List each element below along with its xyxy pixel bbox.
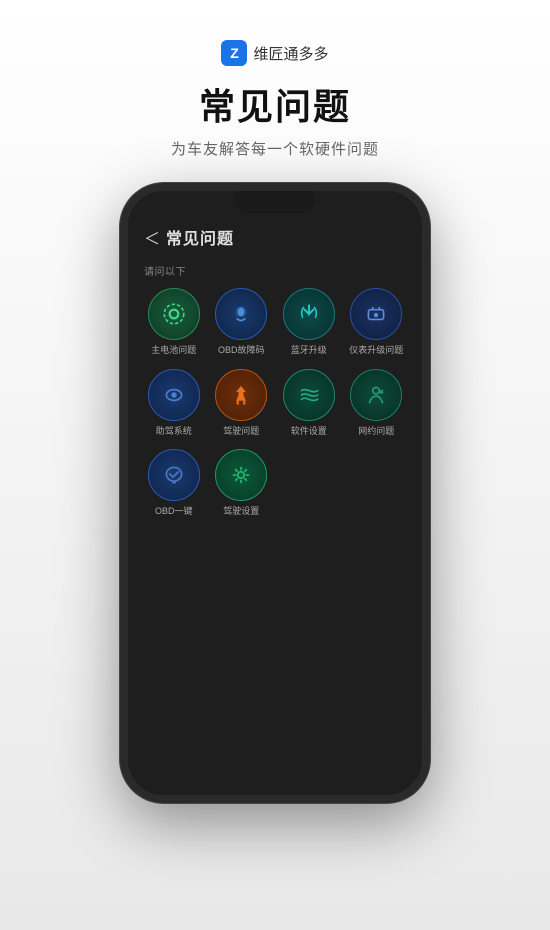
icon-grid: 主电池问题 OBD故障码 [144, 288, 406, 518]
grid-item-1[interactable]: OBD故障码 [212, 288, 272, 357]
grid-item-5[interactable]: 驾驶问题 [212, 369, 272, 438]
grid-item-0[interactable]: 主电池问题 [144, 288, 204, 357]
grid-item-9[interactable]: 驾驶设置 [212, 449, 272, 518]
page-subtitle: 为车友解答每一个软硬件问题 [171, 138, 379, 159]
grid-label-6: 软件设置 [291, 426, 327, 438]
grid-icon-3 [350, 288, 402, 340]
section-label: 请问以下 [144, 263, 406, 278]
app-name: 维匠通多多 [253, 43, 328, 64]
phone-mockup: ＜ 常见问题 请问以下 主电池问题 [120, 183, 430, 803]
grid-icon-6 [283, 369, 335, 421]
grid-icon-7 [350, 369, 402, 421]
grid-icon-9 [215, 449, 267, 501]
grid-label-7: 网约问题 [358, 426, 394, 438]
grid-item-6[interactable]: 软件设置 [279, 369, 339, 438]
phone-screen: ＜ 常见问题 请问以下 主电池问题 [128, 191, 422, 795]
page-title: 常见问题 [199, 78, 351, 130]
grid-icon-2 [283, 288, 335, 340]
grid-label-1: OBD故障码 [218, 345, 265, 357]
grid-label-4: 助驾系统 [156, 426, 192, 438]
grid-label-5: 驾驶问题 [223, 426, 259, 438]
grid-icon-5 [215, 369, 267, 421]
grid-label-9: 驾驶设置 [223, 506, 259, 518]
grid-icon-8 [148, 449, 200, 501]
page-container: Z 维匠通多多 常见问题 为车友解答每一个软硬件问题 ＜ 常见问题 请问以下 [0, 0, 550, 930]
grid-icon-4 [148, 369, 200, 421]
grid-label-8: OBD一键 [155, 506, 193, 518]
back-arrow-icon: ＜ [144, 225, 160, 249]
grid-icon-0 [148, 288, 200, 340]
grid-label-0: 主电池问题 [151, 345, 196, 357]
phone-notch [235, 191, 315, 213]
grid-label-2: 蓝牙升级 [291, 345, 327, 357]
back-title-label: 常见问题 [166, 225, 234, 249]
grid-label-3: 仪表升级问题 [349, 345, 403, 357]
grid-item-8[interactable]: OBD一键 [144, 449, 204, 518]
app-logo-row: Z 维匠通多多 [221, 40, 328, 66]
grid-item-4[interactable]: 助驾系统 [144, 369, 204, 438]
grid-item-2[interactable]: 蓝牙升级 [279, 288, 339, 357]
back-nav[interactable]: ＜ 常见问题 [144, 225, 406, 249]
header-area: Z 维匠通多多 常见问题 为车友解答每一个软硬件问题 [20, 40, 530, 159]
app-icon: Z [221, 40, 247, 66]
grid-icon-1 [215, 288, 267, 340]
grid-item-7[interactable]: 网约问题 [347, 369, 407, 438]
grid-item-3[interactable]: 仪表升级问题 [347, 288, 407, 357]
